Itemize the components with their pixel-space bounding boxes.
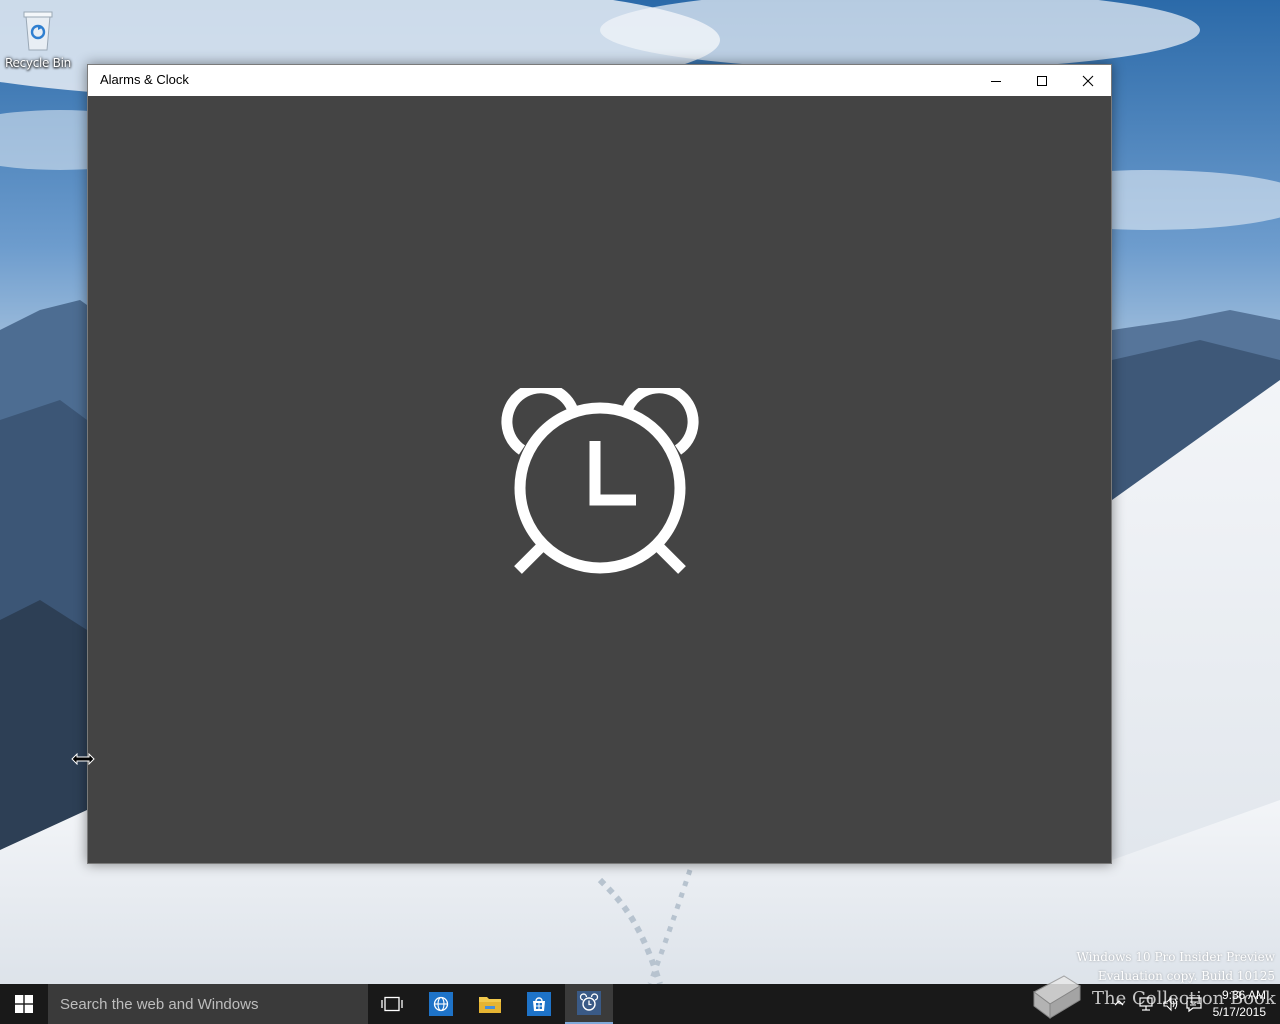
windows-logo-icon <box>15 995 33 1013</box>
book-logo-icon <box>1033 975 1081 1019</box>
file-explorer-icon <box>479 997 501 1013</box>
minimize-icon <box>991 80 1001 82</box>
start-button[interactable] <box>0 984 48 1024</box>
recycle-bin-label: Recycle Bin <box>5 56 71 70</box>
task-view-button[interactable] <box>368 984 416 1024</box>
search-placeholder: Search the web and Windows <box>60 995 259 1013</box>
watermark-line-1: Windows 10 Pro Insider Preview <box>1076 950 1275 964</box>
search-input[interactable]: Search the web and Windows <box>48 984 368 1024</box>
watermark-line-2: Evaluation copy. Build 10125 <box>1097 969 1275 983</box>
alarms-clock-window[interactable]: Alarms & Clock <box>87 64 1112 864</box>
taskbar: Search the web and Windows 9:36 AM 5/17/… <box>0 984 1280 1024</box>
title-bar[interactable]: Alarms & Clock <box>88 65 1111 96</box>
desktop-icon-recycle-bin[interactable]: Recycle Bin <box>4 6 72 70</box>
maximize-button[interactable] <box>1019 65 1065 96</box>
window-title: Alarms & Clock <box>100 72 189 87</box>
alarm-clock-icon <box>501 388 699 574</box>
windows-watermark: Windows 10 Pro Insider Preview Evaluatio… <box>1077 948 1275 984</box>
alarms-clock-icon <box>577 991 601 1015</box>
close-button[interactable] <box>1065 65 1111 96</box>
minimize-button[interactable] <box>973 65 1019 96</box>
store-icon <box>527 992 551 1016</box>
store-button[interactable] <box>515 984 563 1024</box>
file-explorer-button[interactable] <box>466 984 514 1024</box>
task-view-icon <box>381 996 403 1012</box>
app-splash-screen <box>88 96 1111 863</box>
recycle-bin-icon <box>23 11 53 51</box>
edge-browser-button[interactable] <box>417 984 465 1024</box>
maximize-icon <box>1037 75 1047 86</box>
edge-icon <box>429 992 453 1016</box>
resize-cursor-icon <box>71 753 95 765</box>
alarms-clock-taskbar-button[interactable] <box>565 984 613 1024</box>
watermark-logo-text: The Collection Book <box>1092 988 1276 1009</box>
close-icon <box>1082 75 1094 86</box>
